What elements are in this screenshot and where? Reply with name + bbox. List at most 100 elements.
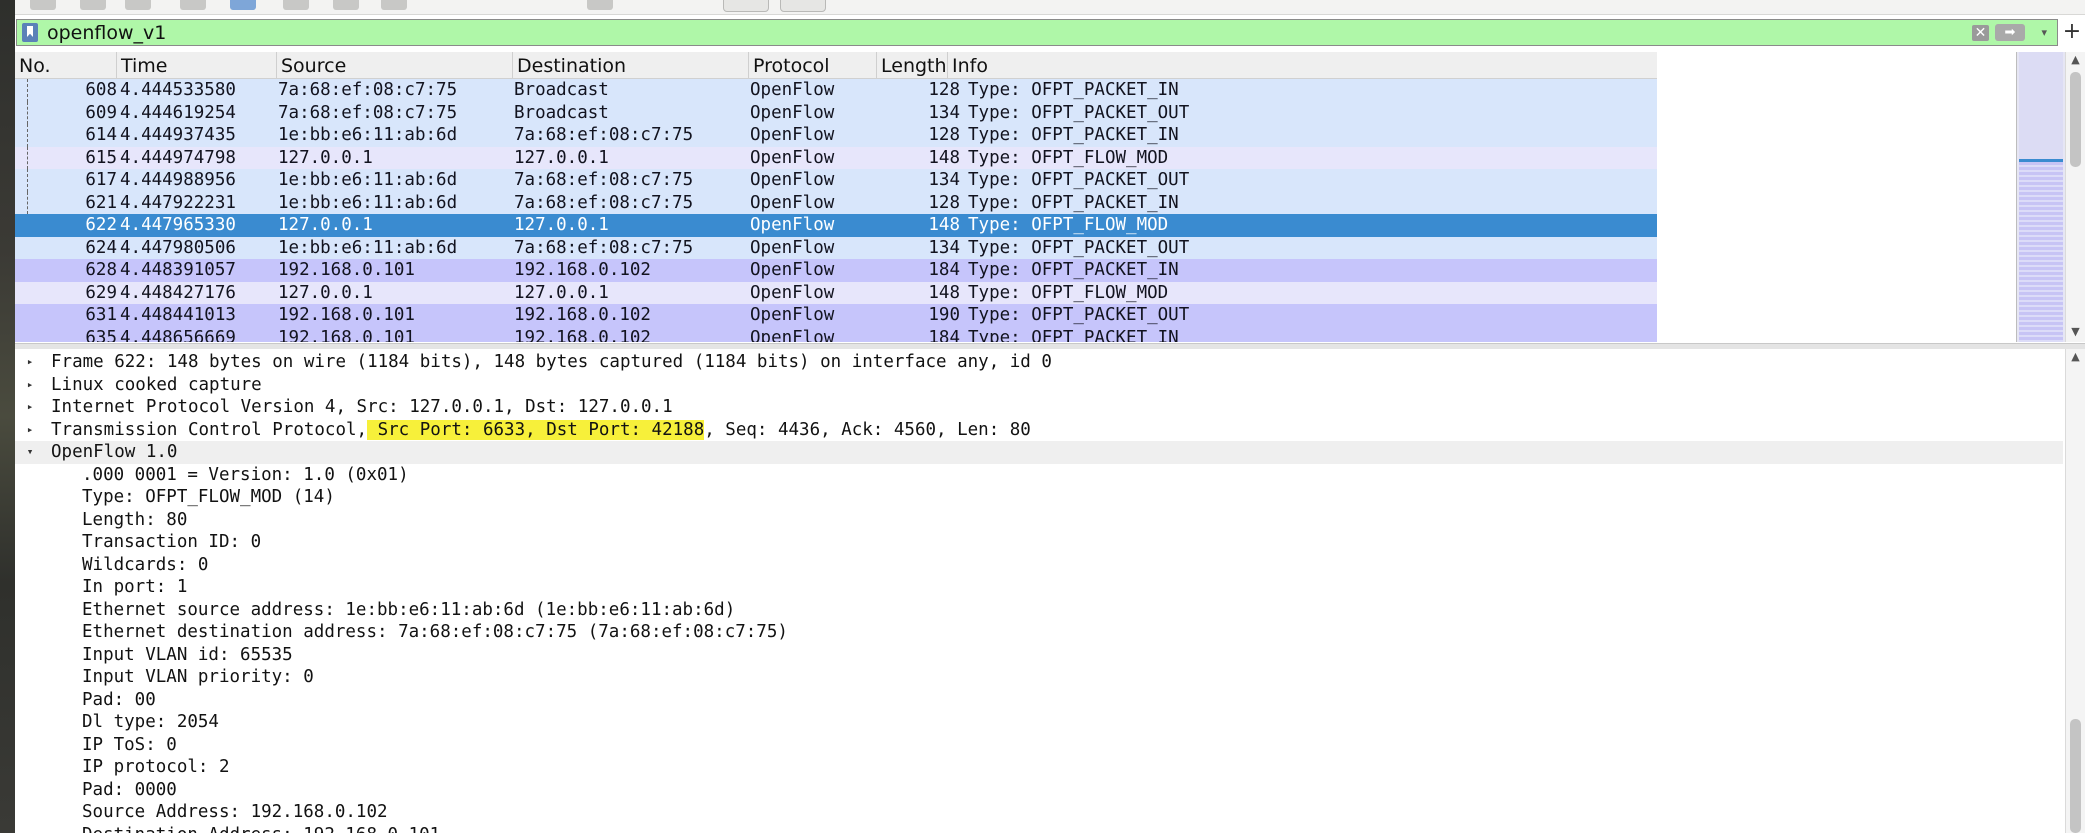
packet-source: 7a:68:ef:08:c7:75 [278, 80, 458, 100]
toolbar-icon[interactable] [180, 0, 206, 10]
packet-destination: 192.168.0.102 [514, 260, 651, 280]
packet-list: No. Time Source Destination Protocol Len… [15, 52, 2066, 342]
packet-source: 1e:bb:e6:11:ab:6d [278, 237, 458, 258]
packet-destination: Broadcast [514, 102, 609, 123]
bookmark-icon[interactable] [22, 23, 38, 42]
packet-protocol: OpenFlow [750, 237, 835, 258]
display-filter-bar[interactable]: openflow_v1 ✕ ➡ ▾ [16, 19, 2058, 46]
packet-time: 4.448391057 [120, 260, 236, 280]
packet-row[interactable]: 621 4.447922231 1e:bb:e6:11:ab:6d 7a:68:ef:… [15, 191, 1657, 214]
packet-number: 628 [85, 260, 117, 280]
column-header-time[interactable]: Time [117, 52, 277, 78]
protocol-field[interactable]: Length: 80 [15, 509, 2063, 532]
scroll-down-icon[interactable]: ▼ [2066, 324, 2085, 340]
packet-row[interactable]: 608 4.444533580 7a:68:ef:08:c7:75 Broadcast… [15, 79, 1657, 102]
column-header-source[interactable]: Source [277, 52, 513, 78]
toolbar-icon[interactable] [587, 0, 613, 10]
protocol-tree-item[interactable]: ▾ OpenFlow 1.0 [15, 441, 2063, 464]
protocol-field[interactable]: Ethernet source address: 1e:bb:e6:11:ab:… [15, 599, 2063, 622]
scroll-up-icon[interactable]: ▲ [2066, 349, 2085, 365]
protocol-tree-item[interactable]: ▸ Internet Protocol Version 4, Src: 127.0… [15, 396, 2063, 419]
packet-number: 629 [85, 282, 117, 303]
packet-number: 609 [85, 102, 117, 123]
packet-protocol: OpenFlow [750, 80, 835, 100]
packet-list-header: No. Time Source Destination Protocol Len… [15, 52, 1657, 79]
protocol-field[interactable]: Transaction ID: 0 [15, 531, 2063, 554]
packet-destination: 192.168.0.102 [514, 305, 651, 325]
protocol-field[interactable]: Dl type: 2054 [15, 711, 2063, 734]
minimap-region [2019, 162, 2063, 342]
column-header-info[interactable]: Info [948, 52, 1657, 78]
packet-info: Type: OFPT_PACKET_IN [968, 125, 1179, 145]
packet-source: 1e:bb:e6:11:ab:6d [278, 170, 458, 190]
packet-row[interactable]: 631 4.448441013 192.168.0.101 192.168.0.102… [15, 304, 1657, 327]
protocol-tree-item[interactable]: ▸ Transmission Control Protocol, Src Port… [15, 418, 2063, 442]
packet-list-scrollbar[interactable]: ▲ ▼ [2065, 52, 2085, 342]
toolbar-icon[interactable] [283, 0, 309, 10]
collapsed-arrow-icon[interactable]: ▸ [23, 419, 37, 442]
packet-source: 127.0.0.1 [278, 215, 373, 235]
display-filter-input[interactable]: openflow_v1 [47, 21, 166, 46]
toolbar-icon[interactable] [125, 0, 151, 10]
packet-row[interactable]: 628 4.448391057 192.168.0.101 192.168.0.102… [15, 259, 1657, 282]
packet-row[interactable]: 614 4.444937435 1e:bb:e6:11:ab:6d 7a:68:ef:… [15, 124, 1657, 147]
packet-minimap[interactable] [2016, 52, 2065, 342]
packet-row[interactable]: 609 4.444619254 7a:68:ef:08:c7:75 Broadcast… [15, 101, 1657, 124]
protocol-tree-item[interactable]: ▸ Frame 622: 148 bytes on wire (1184 bits… [15, 351, 2063, 374]
protocol-field[interactable]: Type: OFPT_FLOW_MOD (14) [15, 486, 2063, 509]
protocol-field[interactable]: .000 0001 = Version: 1.0 (0x01) [15, 464, 2063, 487]
packet-info: Type: OFPT_FLOW_MOD [968, 215, 1169, 235]
protocol-field[interactable]: IP protocol: 2 [15, 756, 2063, 779]
chevron-down-icon[interactable]: ▾ [2041, 23, 2047, 43]
packet-info: Type: OFPT_PACKET_OUT [968, 237, 1190, 258]
collapsed-arrow-icon[interactable]: ▸ [23, 351, 37, 374]
protocol-tree-item[interactable]: ▸ Linux cooked capture [15, 373, 2063, 397]
packet-row[interactable]: 624 4.447980506 1e:bb:e6:11:ab:6d 7a:68:ef:… [15, 236, 1657, 259]
packet-row[interactable]: 635 4.448656669 192.168.0.101 192.168.0.102… [15, 326, 1657, 343]
protocol-field[interactable]: Ethernet destination address: 7a:68:ef:0… [15, 621, 2063, 644]
packet-row[interactable]: 629 4.448427176 127.0.0.1 127.0.0.1 OpenFlow… [15, 281, 1657, 304]
protocol-field[interactable]: In port: 1 [15, 576, 2063, 599]
packet-protocol: OpenFlow [750, 125, 835, 145]
selected-packet-row[interactable]: 622 4.447965330 127.0.0.1 127.0.0.1 OpenFlow… [15, 214, 1657, 237]
protocol-field[interactable]: IP ToS: 0 [15, 734, 2063, 757]
toolbar-icon[interactable] [30, 0, 56, 10]
clear-icon[interactable]: ✕ [1972, 25, 1989, 41]
toolbar-button[interactable] [723, 0, 769, 12]
collapsed-arrow-icon[interactable]: ▸ [23, 396, 37, 419]
packet-time: 4.448427176 [120, 282, 236, 303]
column-header-protocol[interactable]: Protocol [749, 52, 877, 78]
toolbar-icon[interactable] [80, 0, 106, 10]
expanded-arrow-icon[interactable]: ▾ [23, 441, 37, 464]
protocol-field[interactable]: Source Address: 192.168.0.102 [15, 801, 2063, 824]
protocol-field[interactable]: Pad: 0000 [15, 779, 2063, 802]
scroll-up-icon[interactable]: ▲ [2066, 52, 2085, 68]
packet-time: 4.444619254 [120, 102, 236, 123]
plus-icon[interactable]: + [2062, 18, 2082, 46]
column-header-length[interactable]: Length [877, 52, 948, 78]
details-scrollbar[interactable]: ▲ [2065, 349, 2085, 833]
protocol-field[interactable]: Input VLAN id: 65535 [15, 644, 2063, 667]
protocol-field[interactable]: Input VLAN priority: 0 [15, 666, 2063, 689]
packet-time: 4.448441013 [120, 305, 236, 325]
collapsed-arrow-icon[interactable]: ▸ [23, 374, 37, 397]
packet-row[interactable]: 617 4.444988956 1e:bb:e6:11:ab:6d 7a:68:ef:… [15, 169, 1657, 192]
arrow-right-icon[interactable]: ➡ [1995, 24, 2025, 41]
toolbar-icon[interactable] [381, 0, 407, 10]
scroll-thumb[interactable] [2070, 719, 2081, 833]
column-header-destination[interactable]: Destination [513, 52, 749, 78]
toolbar-icon[interactable] [230, 0, 256, 10]
packet-time: 4.444974798 [120, 147, 236, 168]
packet-number: 635 [85, 327, 117, 343]
packet-protocol: OpenFlow [750, 147, 835, 168]
protocol-field[interactable]: Destination Address: 192.168.0.101 [15, 824, 2063, 833]
packet-source: 192.168.0.101 [278, 327, 415, 343]
packet-row[interactable]: 615 4.444974798 127.0.0.1 127.0.0.1 OpenFlow… [15, 146, 1657, 169]
toolbar-button[interactable] [780, 0, 826, 12]
protocol-field[interactable]: Wildcards: 0 [15, 554, 2063, 577]
column-header-no[interactable]: No. [15, 52, 117, 78]
protocol-field[interactable]: Pad: 00 [15, 689, 2063, 712]
packet-source: 192.168.0.101 [278, 305, 415, 325]
toolbar-icon[interactable] [333, 0, 359, 10]
scroll-thumb[interactable] [2070, 72, 2081, 167]
